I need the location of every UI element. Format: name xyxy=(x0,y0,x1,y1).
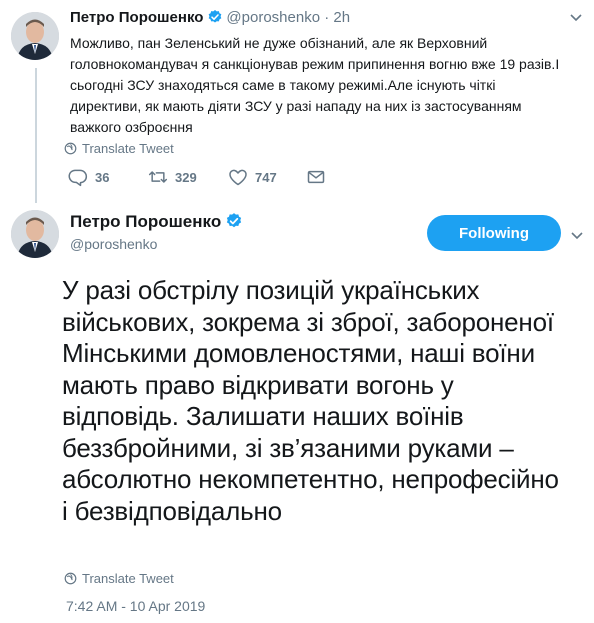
avatar[interactable] xyxy=(11,210,59,258)
tweet-header: Петро Порошенко @poroshenko · 2h xyxy=(70,9,350,29)
retweet-button[interactable]: 329 xyxy=(148,167,197,187)
tweet-text: Можливо, пан Зеленський не дуже обізнани… xyxy=(70,35,560,135)
globe-icon xyxy=(64,571,82,586)
author-name[interactable]: Петро Порошенко xyxy=(70,9,203,26)
translate-label: Translate Tweet xyxy=(82,571,174,586)
translate-label: Translate Tweet xyxy=(82,141,174,156)
avatar[interactable] xyxy=(11,12,59,60)
verified-badge-icon xyxy=(207,9,223,29)
author-name[interactable]: Петро Порошенко xyxy=(70,212,221,231)
tweet-timestamp[interactable]: 7:42 AM - 10 Apr 2019 xyxy=(66,598,205,614)
following-button[interactable]: Following xyxy=(427,215,561,251)
thread-line xyxy=(35,68,37,203)
separator-dot: · xyxy=(324,9,330,26)
chevron-down-icon[interactable] xyxy=(570,228,584,246)
like-count: 747 xyxy=(255,170,277,185)
chevron-down-icon[interactable] xyxy=(569,10,583,28)
retweet-icon xyxy=(148,170,175,185)
like-button[interactable]: 747 xyxy=(228,167,277,187)
tweet-author: Петро Порошенко xyxy=(70,212,246,235)
author-handle[interactable]: @poroshenko xyxy=(70,236,157,252)
reply-count: 36 xyxy=(95,170,110,185)
dm-button[interactable] xyxy=(306,167,333,187)
reply-button[interactable]: 36 xyxy=(68,167,109,187)
dm-icon xyxy=(306,170,333,185)
translate-link[interactable]: Translate Tweet xyxy=(64,571,174,586)
reply-icon xyxy=(68,169,95,187)
like-icon xyxy=(228,169,255,186)
verified-badge-icon xyxy=(225,212,243,235)
retweet-count: 329 xyxy=(175,170,197,185)
globe-icon xyxy=(64,141,82,156)
translate-link[interactable]: Translate Tweet xyxy=(64,141,174,156)
tweet-text: У разі обстрілу позицій українських війс… xyxy=(62,275,559,526)
author-handle[interactable]: @poroshenko xyxy=(226,9,320,26)
tweet-time[interactable]: 2h xyxy=(333,9,350,26)
